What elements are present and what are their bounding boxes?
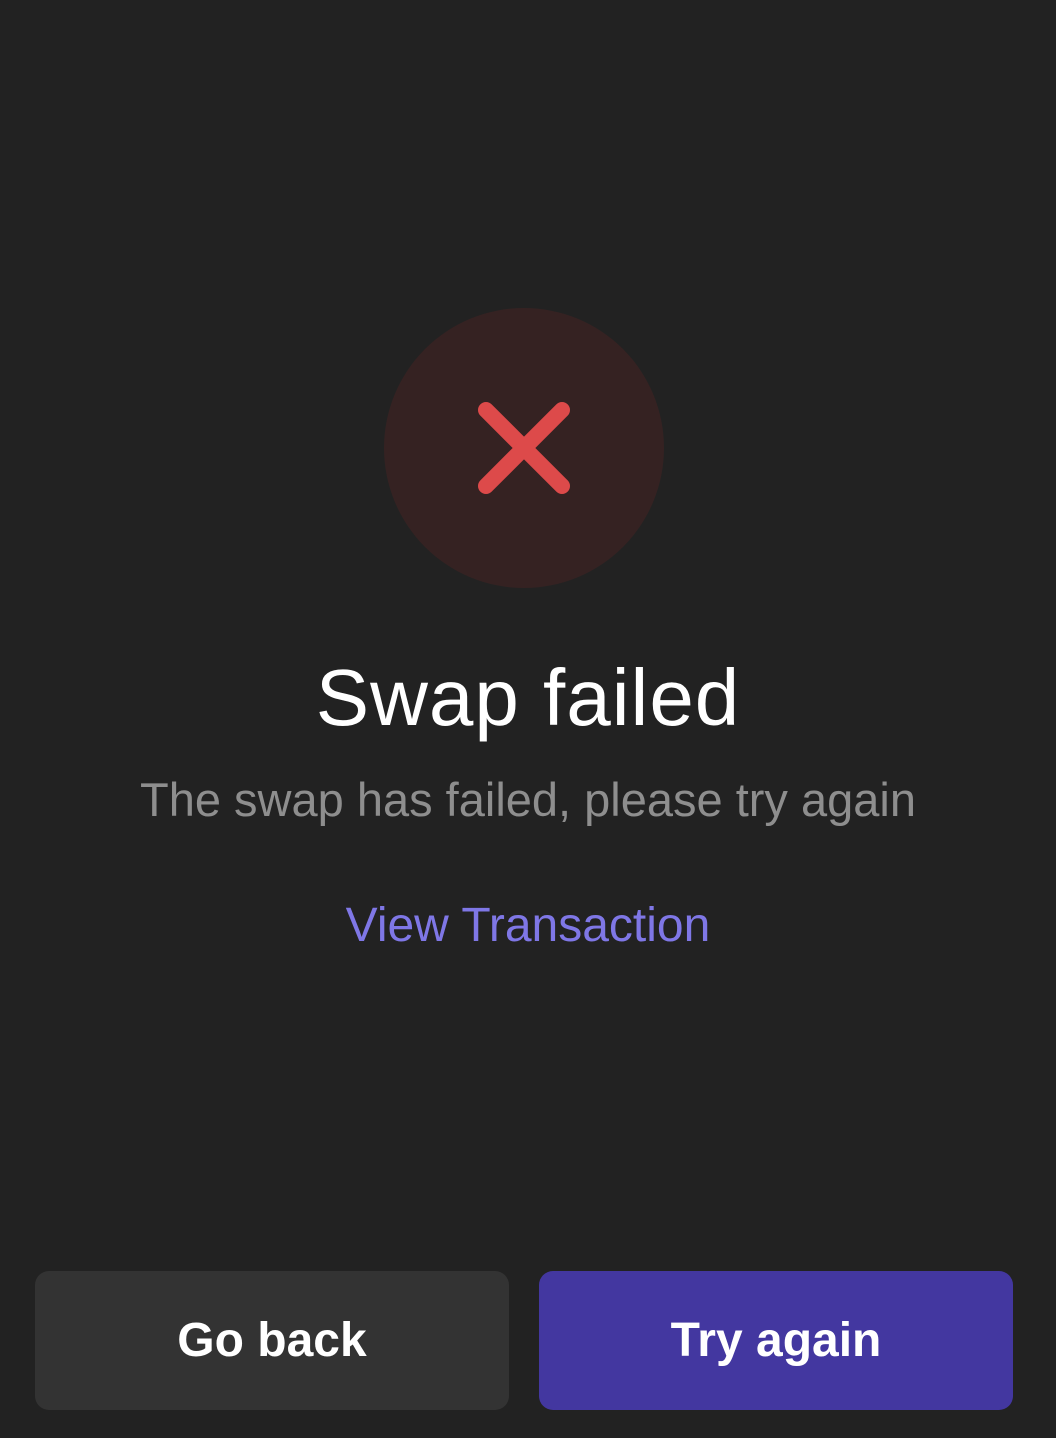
go-back-button[interactable]: Go back: [35, 1271, 509, 1410]
try-again-button-label: Try again: [670, 1314, 882, 1367]
go-back-button-label: Go back: [177, 1314, 367, 1367]
view-transaction-link[interactable]: View Transaction: [0, 896, 1056, 956]
try-again-button[interactable]: Try again: [539, 1271, 1013, 1410]
page-title: Swap failed: [315, 653, 741, 742]
error-status-circle: [384, 308, 664, 588]
close-icon: [478, 402, 570, 494]
error-message: The swap has failed, please try again: [140, 773, 916, 826]
swap-failed-screen: Swap failed The swap has failed, please …: [0, 0, 1056, 1438]
